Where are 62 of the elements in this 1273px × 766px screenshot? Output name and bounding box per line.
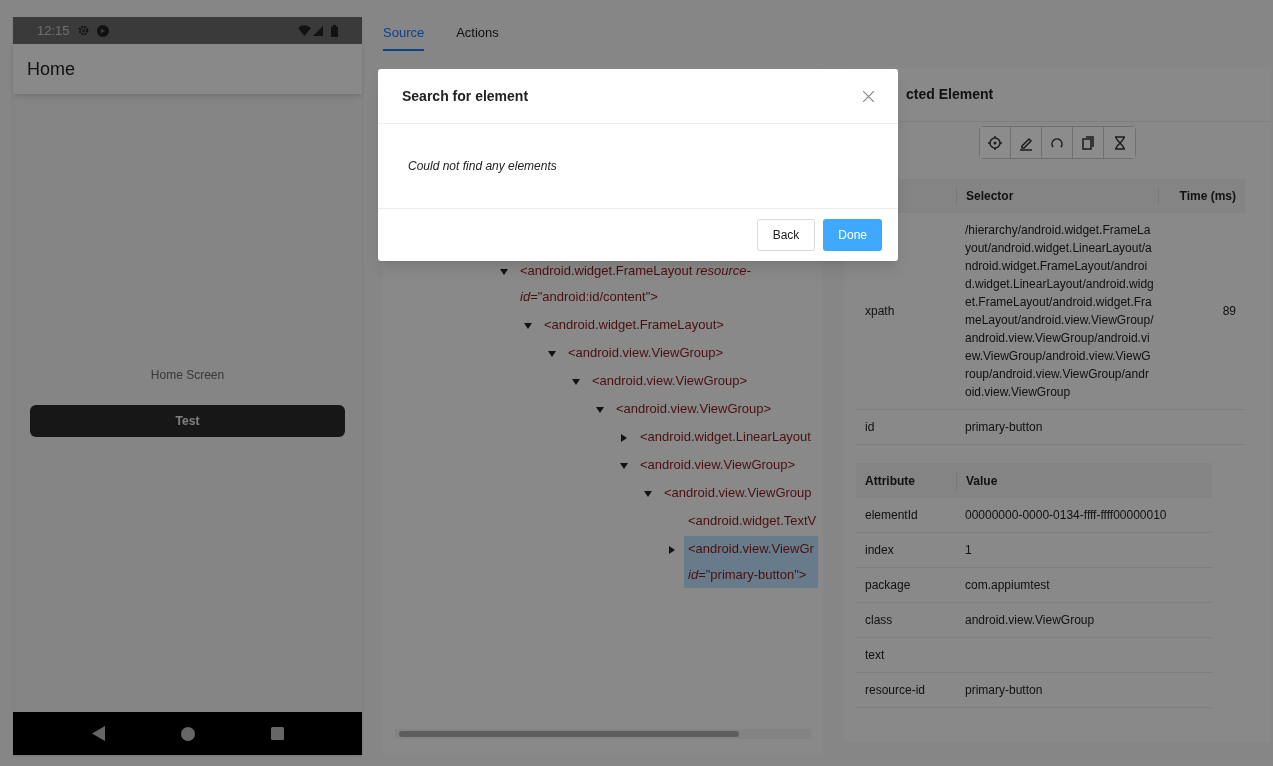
crosshair-icon <box>987 134 1003 151</box>
caret-right-icon[interactable] <box>620 434 628 442</box>
signal-icon <box>313 25 323 36</box>
copy-icon <box>1080 134 1096 151</box>
caret-down-icon[interactable] <box>548 350 556 358</box>
table-cell-text: elementId <box>864 507 919 524</box>
screen-text: Home Screen <box>150 367 225 384</box>
recents-icon[interactable] <box>270 727 284 740</box>
table-cell-text: primary-button <box>964 682 1044 699</box>
home-icon[interactable] <box>180 726 195 741</box>
caret-down-icon[interactable] <box>620 462 628 470</box>
caret-down-icon[interactable] <box>500 268 508 276</box>
circle-icon <box>96 24 109 37</box>
column-header: Attribute <box>864 472 916 490</box>
tree-node[interactable]: <android.view.ViewGroup> <box>612 396 776 422</box>
tree-node[interactable]: <android.widget.LinearLayout <box>636 424 815 450</box>
tree-node[interactable]: <android.view.ViewGroup <box>660 480 816 506</box>
table-cell-text: index <box>864 542 895 559</box>
scrollbar[interactable] <box>395 729 811 739</box>
tree-node[interactable]: <android.widget.FrameLayout> <box>540 312 728 338</box>
gear-icon <box>77 25 89 36</box>
table-cell-text: 89 <box>1221 303 1237 320</box>
test-button[interactable]: Test <box>30 405 345 437</box>
table-cell-text: text <box>864 647 886 664</box>
dialog-message: Could not find any elements <box>408 158 557 175</box>
wifi-icon <box>298 25 311 36</box>
tab[interactable]: Actions <box>456 17 499 51</box>
table-cell-text: 00000000-0000-0134-ffff-ffff00000010 <box>964 507 1168 524</box>
table-cell-text: primary-button <box>964 419 1044 436</box>
table-cell-text: com.appiumtest <box>964 577 1051 594</box>
panel-title: cted Element <box>906 85 994 104</box>
dialog-title: Search for element <box>402 86 529 106</box>
table-cell-text: class <box>864 612 894 629</box>
toolbar-button[interactable] <box>980 127 1011 158</box>
tree-node[interactable]: <android.view.ViewGroup> <box>564 340 728 366</box>
caret-down-icon[interactable] <box>596 406 604 414</box>
battery-icon <box>331 24 338 37</box>
tree-node[interactable]: <android.view.ViewGroup> <box>588 368 752 394</box>
app-title: Home <box>27 57 75 81</box>
column-header: Value <box>956 471 1212 490</box>
done-button[interactable]: Done <box>823 219 882 251</box>
column-header: Time (ms) <box>1158 187 1245 205</box>
caret-down-icon[interactable] <box>572 378 580 386</box>
tab[interactable]: Source <box>383 17 425 51</box>
close-icon[interactable] <box>863 90 874 102</box>
table-cell-text: id <box>864 419 876 436</box>
table-cell-text: xpath <box>864 303 896 320</box>
table-cell-text: /hierarchy/android.widget.FrameLayout/android.widget.LinearLayout/android.widget.FrameLayout/android.widget.LinearLayout/android.widget.FrameLayout/android.widget.FrameLayout/android.view.ViewGroup/android.view.ViewGroup/android.view.ViewGroup/android.view.ViewGroup/android.view.ViewGroup/android.view.ViewGroup <box>964 222 1155 401</box>
back-icon[interactable] <box>91 726 105 741</box>
tree-node[interactable]: <android.widget.FrameLayout resource- id="android:id/content"> <box>516 258 755 310</box>
caret-down-icon[interactable] <box>524 322 532 330</box>
caret-down-icon[interactable] <box>644 490 652 498</box>
back-button[interactable]: Back <box>756 219 816 251</box>
tree-node[interactable]: <android.view.ViewGroup> <box>636 452 800 478</box>
table-cell-text: android.view.ViewGroup <box>964 612 1096 629</box>
table-cell-text: resource-id <box>864 682 927 699</box>
tree-node[interactable]: <android.view.ViewGr id="primary-button"> <box>684 536 818 588</box>
table-cell-text: 1 <box>964 542 973 559</box>
caret-right-icon[interactable] <box>668 546 676 554</box>
tree-node[interactable]: <android.widget.TextV <box>684 508 821 534</box>
column-header: Selector <box>956 187 1158 205</box>
table-cell-text: package <box>864 577 912 594</box>
